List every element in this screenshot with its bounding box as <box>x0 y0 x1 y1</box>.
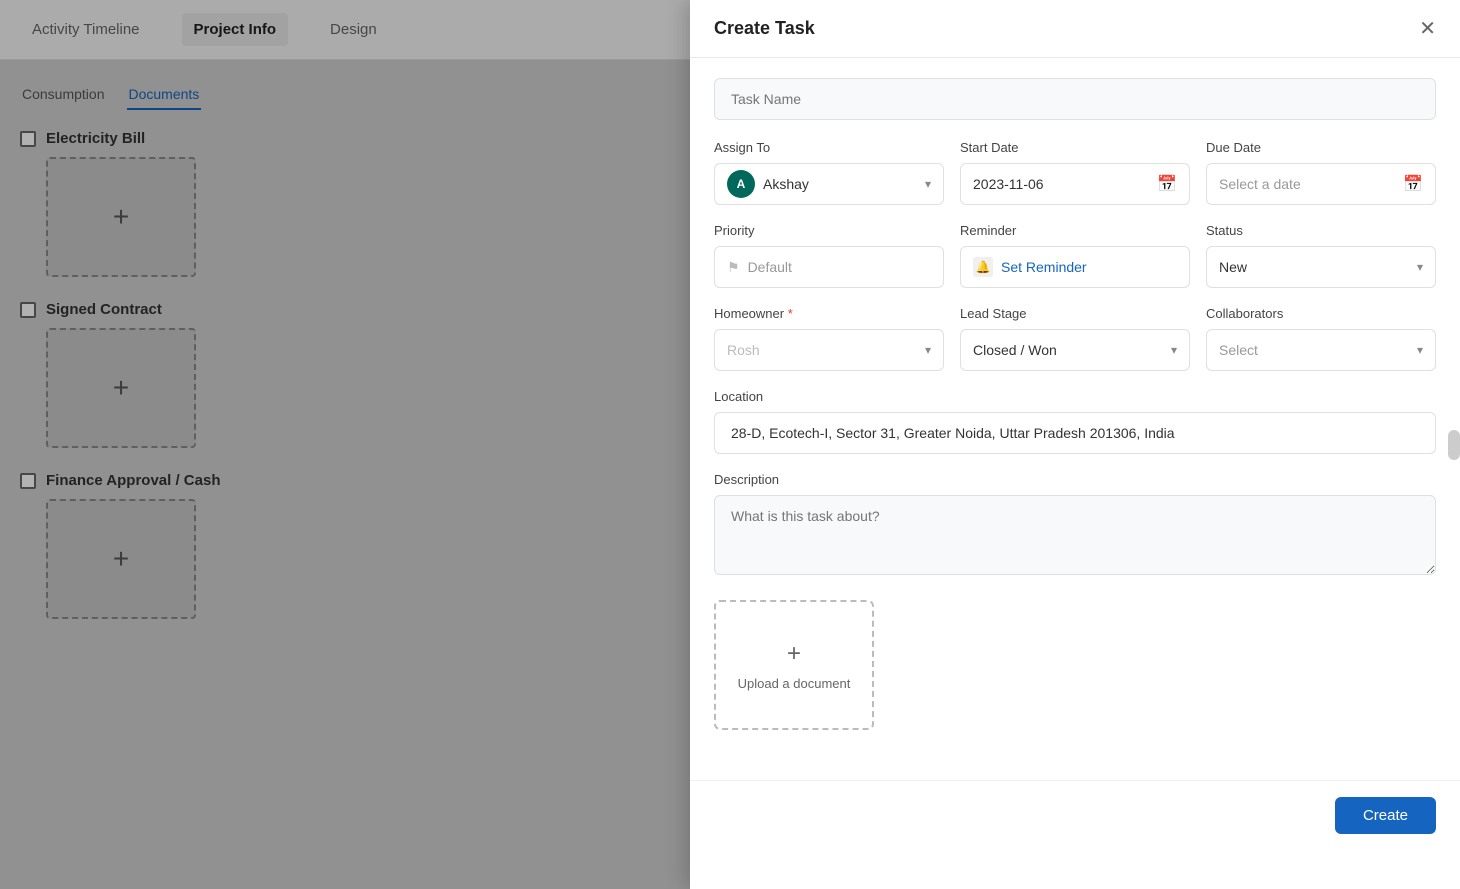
chevron-down-icon: ▾ <box>925 177 931 191</box>
modal-header: Create Task ✕ <box>690 0 1460 58</box>
priority-group: Priority ⚑ Default <box>714 223 944 288</box>
collaborators-group: Collaborators Select ▾ <box>1206 306 1436 371</box>
start-date-value: 2023-11-06 <box>973 176 1044 192</box>
homeowner-dropdown[interactable]: Rosh ▾ <box>714 329 944 371</box>
status-group: Status New ▾ <box>1206 223 1436 288</box>
task-name-input[interactable] <box>714 78 1436 120</box>
modal-overlay <box>0 0 690 889</box>
assign-to-group: Assign To A Akshay ▾ <box>714 140 944 205</box>
reminder-text: Set Reminder <box>1001 259 1087 275</box>
collaborators-label: Collaborators <box>1206 306 1436 321</box>
required-marker: * <box>788 306 793 321</box>
lead-stage-value: Closed / Won <box>973 342 1057 358</box>
chevron-down-icon-collab: ▾ <box>1417 343 1423 357</box>
due-date-input[interactable]: Select a date 📅 <box>1206 163 1436 205</box>
reminder-control[interactable]: 🔔 Set Reminder <box>960 246 1190 288</box>
create-button[interactable]: Create <box>1335 797 1436 834</box>
calendar-icon-due: 📅 <box>1403 174 1423 194</box>
reminder-icon: 🔔 <box>973 257 993 277</box>
flag-icon: ⚑ <box>727 259 740 276</box>
upload-document-box[interactable]: + Upload a document <box>714 600 874 730</box>
form-row-1: Assign To A Akshay ▾ Start Date 2023-11-… <box>714 140 1436 205</box>
location-label: Location <box>714 389 1436 404</box>
collaborators-dropdown[interactable]: Select ▾ <box>1206 329 1436 371</box>
avatar: A <box>727 170 755 198</box>
form-row-3: Homeowner * Rosh ▾ Lead Stage Closed / W… <box>714 306 1436 371</box>
assign-to-dropdown[interactable]: A Akshay ▾ <box>714 163 944 205</box>
assignee-name: Akshay <box>763 176 809 192</box>
due-date-group: Due Date Select a date 📅 <box>1206 140 1436 205</box>
priority-label: Priority <box>714 223 944 238</box>
chevron-down-icon-homeowner: ▾ <box>925 343 931 357</box>
status-value: New <box>1219 259 1247 275</box>
start-date-group: Start Date 2023-11-06 📅 <box>960 140 1190 205</box>
lead-stage-group: Lead Stage Closed / Won ▾ <box>960 306 1190 371</box>
description-textarea[interactable] <box>714 495 1436 575</box>
lead-stage-label: Lead Stage <box>960 306 1190 321</box>
priority-control[interactable]: ⚑ Default <box>714 246 944 288</box>
status-dropdown[interactable]: New ▾ <box>1206 246 1436 288</box>
modal-title: Create Task <box>714 18 815 39</box>
homeowner-label: Homeowner * <box>714 306 944 321</box>
modal-footer: Create <box>690 780 1460 850</box>
calendar-icon-start: 📅 <box>1157 174 1177 194</box>
upload-label: Upload a document <box>738 676 851 691</box>
close-button[interactable]: ✕ <box>1419 19 1436 39</box>
lead-stage-dropdown[interactable]: Closed / Won ▾ <box>960 329 1190 371</box>
status-label: Status <box>1206 223 1436 238</box>
description-label: Description <box>714 472 1436 487</box>
start-date-input[interactable]: 2023-11-06 📅 <box>960 163 1190 205</box>
scrollbar[interactable] <box>1448 430 1460 460</box>
upload-plus-icon: + <box>787 640 801 668</box>
modal-body: Assign To A Akshay ▾ Start Date 2023-11-… <box>690 58 1460 780</box>
location-value: 28-D, Ecotech-I, Sector 31, Greater Noid… <box>714 412 1436 454</box>
chevron-down-icon-lead: ▾ <box>1171 343 1177 357</box>
homeowner-group: Homeowner * Rosh ▾ <box>714 306 944 371</box>
assign-to-label: Assign To <box>714 140 944 155</box>
homeowner-placeholder: Rosh <box>727 342 760 358</box>
reminder-label: Reminder <box>960 223 1190 238</box>
location-section: Location 28-D, Ecotech-I, Sector 31, Gre… <box>714 389 1436 454</box>
description-section: Description <box>714 472 1436 580</box>
chevron-down-icon-status: ▾ <box>1417 260 1423 274</box>
start-date-label: Start Date <box>960 140 1190 155</box>
due-date-placeholder: Select a date <box>1219 176 1301 192</box>
due-date-label: Due Date <box>1206 140 1436 155</box>
priority-default: Default <box>748 259 792 275</box>
collaborators-placeholder: Select <box>1219 342 1258 358</box>
reminder-group: Reminder 🔔 Set Reminder <box>960 223 1190 288</box>
form-row-2: Priority ⚑ Default Reminder 🔔 Set Remind… <box>714 223 1436 288</box>
create-task-modal: Create Task ✕ Assign To A Akshay ▾ <box>690 0 1460 889</box>
